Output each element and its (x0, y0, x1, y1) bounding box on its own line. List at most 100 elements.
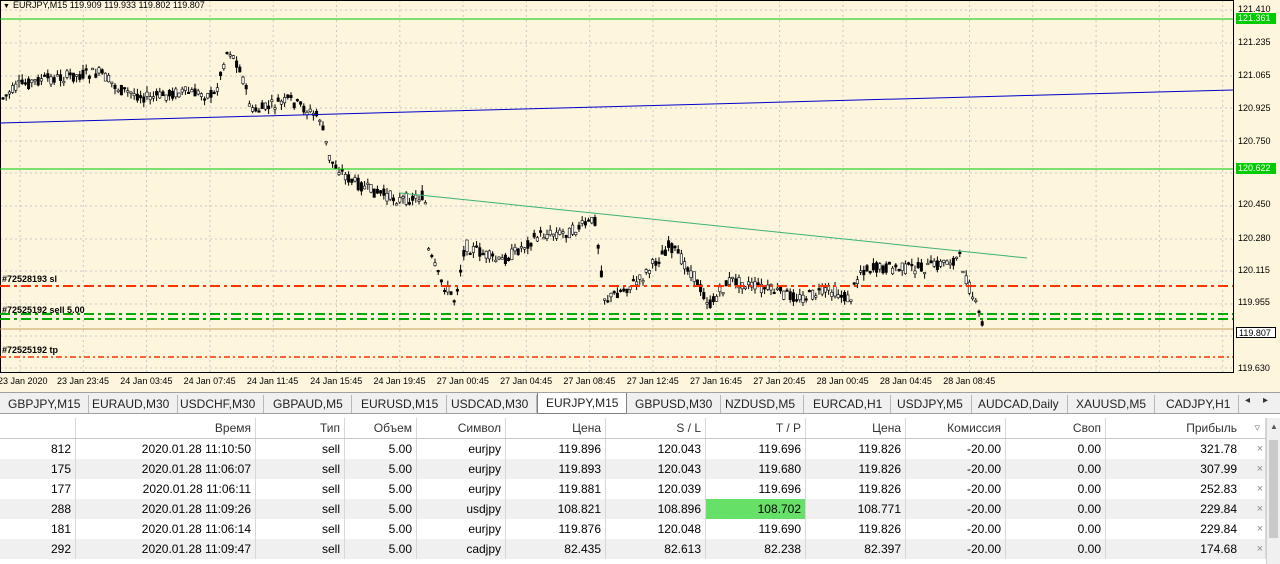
cell-time: 2020.01.28 11:06:14 (76, 519, 256, 539)
tab-euraud-m30[interactable]: EURAUD,M30 (84, 395, 179, 413)
candle-body (388, 190, 392, 200)
column-header-time[interactable]: Время (76, 418, 256, 438)
candle-body (257, 110, 261, 113)
column-header-commission[interactable]: Комиссия (906, 418, 1006, 438)
candle-body (868, 271, 872, 274)
candle-body (971, 296, 975, 300)
column-header-symbol[interactable]: Символ (417, 418, 506, 438)
candle-body (619, 289, 623, 292)
candle-body (804, 298, 808, 301)
table-row[interactable]: 175 2020.01.28 11:06:07 sell 5.00 eurjpy 119.… (0, 459, 1266, 479)
candle-body (14, 83, 18, 91)
cell-cur: 119.826 (806, 479, 906, 499)
column-header-price[interactable]: Цена (506, 418, 606, 438)
tab-eurjpy-m15[interactable]: EURJPY,M15 (537, 393, 628, 414)
candle-body (308, 108, 312, 112)
candle-body (807, 290, 811, 293)
column-header-tp[interactable]: T / P (706, 418, 806, 438)
close-order-icon[interactable]: × (1257, 439, 1263, 459)
time-axis-label: 27 Jan 12:45 (626, 376, 679, 386)
candle-body (852, 282, 856, 285)
price-chart[interactable]: ▼ EURJPY,M15 119.909 119.933 119.802 119.… (0, 0, 1280, 392)
candle-body (510, 248, 514, 261)
column-header-swap[interactable]: Своп (1006, 418, 1106, 438)
table-row[interactable]: 177 2020.01.28 11:06:11 sell 5.00 eurjpy 119.… (0, 479, 1266, 499)
close-order-icon[interactable]: × (1257, 499, 1263, 519)
candle-body (455, 289, 459, 292)
candle-body (78, 74, 82, 80)
cell-profit: 174.68 (1106, 539, 1266, 559)
candle-body (407, 202, 411, 205)
table-row[interactable]: 181 2020.01.28 11:06:14 sell 5.00 eurjpy 119.… (0, 519, 1266, 539)
candle-body (468, 252, 472, 256)
candle-body (350, 178, 354, 183)
candle-body (526, 240, 530, 249)
candle-body (539, 230, 543, 233)
cell-symbol: cadjpy (417, 539, 506, 559)
tab-xauusd-m5[interactable]: XAUUSD,M5 (1068, 395, 1156, 413)
candle-body (68, 72, 72, 76)
tab-gbpaud-m5[interactable]: GBPAUD,M5 (265, 395, 352, 413)
cell-swap: 0.00 (1006, 519, 1106, 539)
cell-order: 175 (0, 459, 76, 479)
column-header-sl[interactable]: S / L (606, 418, 706, 438)
candle-body (660, 250, 664, 255)
tab-audcad-daily[interactable]: AUDCAD,Daily (970, 395, 1068, 413)
scroll-up-icon[interactable]: ▲ (1270, 422, 1278, 431)
column-header-order[interactable] (0, 418, 76, 438)
tab-usdchf-m30[interactable]: USDCHF,M30 (172, 395, 265, 413)
candle-body (865, 265, 869, 272)
candle-body (811, 289, 815, 300)
cell-type: sell (256, 519, 345, 539)
candle-body (318, 119, 322, 122)
candle-body (731, 276, 735, 279)
cell-swap: 0.00 (1006, 459, 1106, 479)
column-header-profit[interactable]: Прибыль (1106, 418, 1266, 438)
close-order-icon[interactable]: × (1257, 459, 1263, 479)
cell-price: 119.876 (506, 519, 606, 539)
table-scrollbar[interactable]: ▲ (1266, 418, 1280, 564)
candle-body (27, 78, 31, 89)
candle-body (439, 279, 443, 283)
chart-canvas[interactable] (0, 0, 1280, 392)
tab-gbpjpy-m15[interactable]: GBPJPY,M15 (0, 395, 90, 413)
close-order-icon[interactable]: × (1257, 479, 1263, 499)
candle-body (724, 280, 728, 287)
candle-body (81, 69, 85, 79)
cell-price: 119.896 (506, 439, 606, 459)
time-axis-label: 28 Jan 04:45 (879, 376, 932, 386)
sort-icon[interactable]: ▿ (1254, 418, 1260, 438)
candle-body (513, 246, 517, 252)
table-row[interactable]: 288 2020.01.28 11:09:26 sell 5.00 usdjpy 108.… (0, 499, 1266, 519)
tab-eurusd-m15[interactable]: EURUSD,M15 (353, 395, 448, 413)
candle-body (430, 254, 434, 258)
candle-body (238, 66, 242, 73)
column-header-type[interactable]: Тип (256, 418, 345, 438)
tab-usdcad-m30[interactable]: USDCAD,M30 (443, 395, 538, 413)
column-header-cur[interactable]: Цена (806, 418, 906, 438)
price-axis-label: 120.450 (1238, 199, 1271, 209)
tab-usdjpy-m5[interactable]: USDJPY,M5 (889, 395, 972, 413)
close-order-icon[interactable]: × (1257, 519, 1263, 539)
candle-body (270, 99, 274, 103)
time-axis-label: 27 Jan 20:45 (753, 376, 806, 386)
table-row[interactable]: 292 2020.01.28 11:09:47 sell 5.00 cadjpy 82.4… (0, 539, 1266, 559)
candle-body (235, 60, 239, 68)
tabs-scroll-right-icon[interactable]: ▸ (1263, 395, 1268, 406)
tab-cadjpy-h1[interactable]: CADJPY,H1 (1158, 395, 1240, 413)
candle-body (20, 79, 24, 85)
candle-body (126, 90, 130, 93)
candle-body (564, 234, 568, 238)
table-row[interactable]: 812 2020.01.28 11:10:50 sell 5.00 eurjpy 119.… (0, 439, 1266, 459)
tab-nzdusd-m5[interactable]: NZDUSD,M5 (717, 395, 805, 413)
tab-eurcad-h1[interactable]: EURCAD,H1 (805, 395, 892, 413)
close-order-icon[interactable]: × (1257, 539, 1263, 559)
scroll-thumb[interactable] (1269, 440, 1278, 538)
time-axis-label: 24 Jan 07:45 (183, 376, 236, 386)
tab-gbpusd-m30[interactable]: GBPUSD,M30 (627, 395, 722, 413)
chart-menu-icon[interactable]: ▼ (3, 3, 10, 10)
column-header-volume[interactable]: Объем (345, 418, 417, 438)
cell-order: 177 (0, 479, 76, 499)
candle-body (123, 87, 127, 90)
tabs-scroll-left-icon[interactable]: ◂ (1245, 395, 1250, 406)
